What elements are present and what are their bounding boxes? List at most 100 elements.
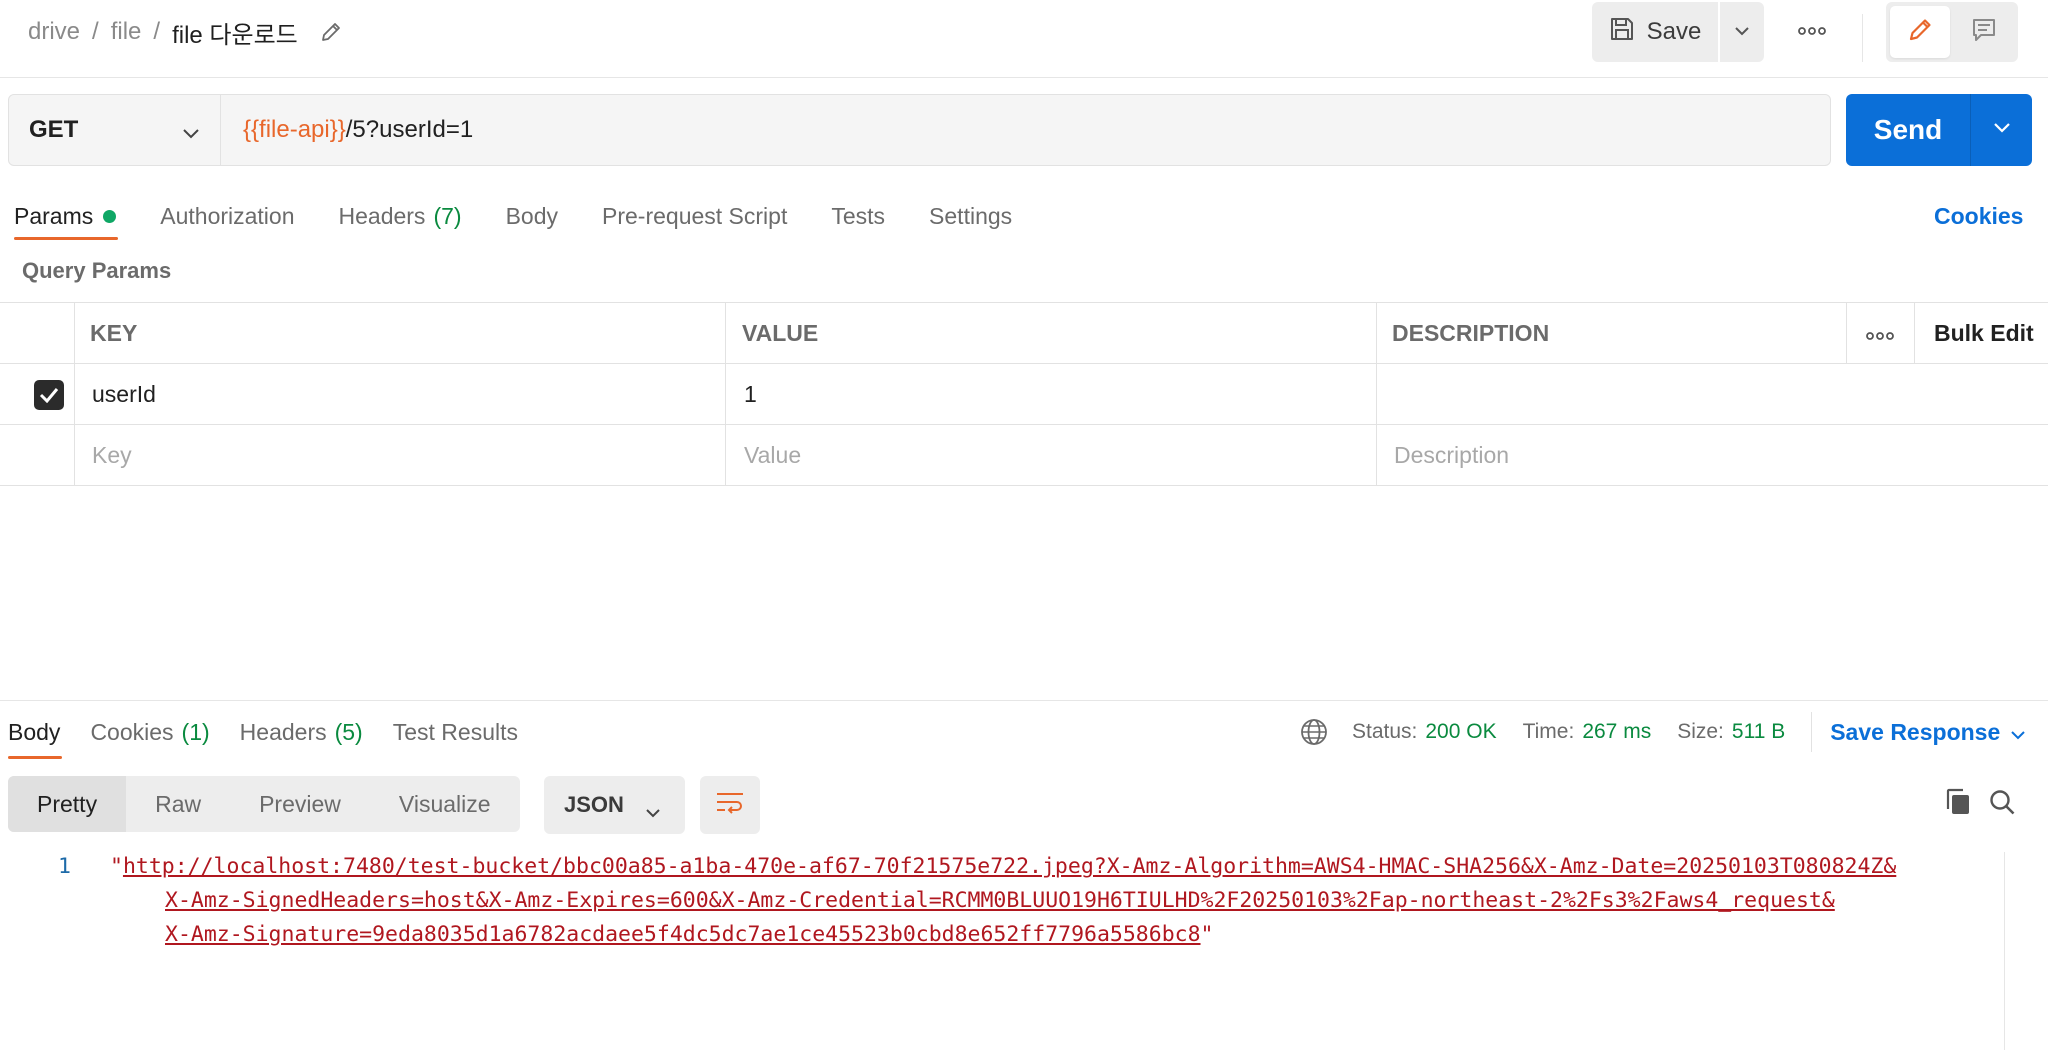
status-label: Status: [1352, 720, 1418, 743]
pencil-icon [1906, 16, 1934, 49]
table-options-button[interactable] [1864, 303, 1896, 364]
view-preview[interactable]: Preview [230, 776, 370, 832]
column-header-value: VALUE [742, 320, 819, 346]
divider [1811, 712, 1813, 752]
url-input[interactable]: {{file-api}} /5?userId=1 [243, 95, 473, 165]
save-label: Save [1646, 18, 1702, 45]
tab-authorization[interactable]: Authorization [160, 196, 294, 236]
ellipsis-icon [1798, 23, 1826, 41]
send-options-button[interactable] [1971, 94, 2032, 166]
tab-tests[interactable]: Tests [831, 196, 885, 236]
ellipsis-icon [1866, 320, 1894, 347]
tab-response-headers[interactable]: Headers (5) [240, 712, 363, 752]
param-description-input[interactable] [1394, 364, 2034, 425]
method-select[interactable]: GET [9, 95, 221, 165]
new-param-description-input[interactable]: Description [1394, 425, 1509, 486]
wrap-lines-icon [715, 791, 745, 820]
column-header-description: DESCRIPTION [1392, 320, 1550, 346]
breadcrumb-separator: / [92, 18, 99, 45]
edit-mode-button[interactable] [1890, 6, 1950, 58]
request-tabs: Params Authorization Headers (7) Body Pr… [14, 196, 1056, 236]
copy-icon[interactable] [1942, 784, 1974, 820]
save-button[interactable]: Save [1592, 2, 1718, 62]
breadcrumb-root[interactable]: drive [28, 18, 80, 46]
page-title: file 다운로드 [172, 21, 298, 49]
new-param-key-input[interactable]: Key [92, 425, 132, 486]
vertical-scrollbar[interactable] [2004, 852, 2032, 1050]
view-pretty[interactable]: Pretty [8, 776, 127, 832]
chevron-down-icon [1993, 121, 2011, 139]
tab-pre-request-script[interactable]: Pre-request Script [602, 196, 787, 236]
method-label: GET [29, 116, 79, 143]
chevron-down-icon [2010, 719, 2026, 746]
chevron-down-icon [1734, 23, 1750, 41]
comments-button[interactable] [1954, 6, 2014, 58]
headers-count: (7) [433, 202, 462, 229]
globe-icon[interactable] [1300, 718, 1328, 746]
query-params-title: Query Params [22, 258, 172, 283]
param-value-input[interactable]: 1 [744, 364, 757, 425]
floppy-disk-icon [1609, 16, 1635, 49]
search-icon[interactable] [1986, 784, 2018, 820]
new-param-value-input[interactable]: Value [744, 425, 801, 486]
table-header-row: KEY VALUE DESCRIPTION Bulk Edit [0, 303, 2048, 364]
size-label: Size: [1677, 720, 1724, 743]
tab-headers[interactable]: Headers (7) [339, 196, 462, 236]
tab-test-results[interactable]: Test Results [393, 712, 518, 752]
top-bar: drive / file / file 다운로드 Save [0, 0, 2048, 78]
format-label: JSON [564, 792, 624, 817]
bulk-edit-button[interactable]: Bulk Edit [1934, 303, 2034, 364]
tab-params[interactable]: Params [14, 196, 117, 236]
send-button-group: Send [1846, 94, 2032, 166]
response-url-link[interactable]: http://localhost:7480/test-bucket/bbc00a… [123, 854, 1896, 879]
query-params-table: KEY VALUE DESCRIPTION Bulk Edit userId 1… [0, 302, 2048, 486]
response-headers-count: (5) [334, 718, 363, 745]
tab-settings[interactable]: Settings [929, 196, 1012, 236]
breadcrumb-separator: / [153, 18, 161, 45]
column-header-key: KEY [90, 320, 138, 346]
format-select[interactable]: JSON [544, 776, 685, 834]
more-actions-button[interactable] [1790, 16, 1834, 48]
cookies-link[interactable]: Cookies [1934, 196, 2023, 236]
code-line: "http://localhost:7480/test-bucket/bbc00… [110, 852, 1896, 882]
tab-label: Cookies [90, 718, 174, 745]
view-raw[interactable]: Raw [126, 776, 230, 832]
pencil-icon[interactable] [318, 19, 344, 45]
param-enabled-checkbox[interactable] [34, 380, 64, 410]
breadcrumb-parent[interactable]: file [111, 18, 142, 46]
status-value[interactable]: 200 OK [1425, 720, 1496, 744]
active-tab-indicator [14, 237, 118, 240]
string-quote: " [110, 854, 123, 879]
tab-label: Params [14, 202, 94, 229]
column-divider [1914, 302, 1915, 363]
string-quote: " [1200, 922, 1214, 947]
mode-toggle [1886, 2, 2018, 62]
response-url-link[interactable]: X-Amz-Signature=9eda8035d1a6782acdaee5f4… [165, 922, 1201, 947]
wrap-lines-button[interactable] [700, 776, 760, 834]
active-tab-indicator [8, 756, 62, 759]
request-url-bar: GET {{file-api}} /5?userId=1 [8, 94, 1831, 166]
view-visualize[interactable]: Visualize [370, 776, 520, 832]
url-path: /5?userId=1 [345, 116, 474, 143]
response-pane-divider[interactable] [0, 700, 2048, 701]
save-options-button[interactable] [1720, 2, 1764, 62]
table-row: userId 1 [0, 364, 2048, 425]
param-key-input[interactable]: userId [92, 364, 156, 425]
save-response-button[interactable]: Save Response [1830, 719, 2026, 746]
line-number: 1 [58, 854, 71, 879]
cookies-count: (1) [181, 718, 210, 745]
size-value[interactable]: 511 B [1732, 720, 1785, 744]
send-button[interactable]: Send [1846, 94, 1970, 166]
response-url-link[interactable]: X-Amz-SignedHeaders=host&X-Amz-Expires=6… [165, 888, 1835, 913]
response-view-modes: Pretty Raw Preview Visualize [8, 776, 520, 832]
tab-body[interactable]: Body [506, 196, 558, 236]
chevron-down-icon [645, 798, 661, 824]
tab-response-body[interactable]: Body [8, 712, 60, 752]
chevron-down-icon [182, 119, 200, 147]
time-value[interactable]: 267 ms [1582, 720, 1651, 744]
tab-label: Headers [338, 202, 426, 229]
code-line: X-Amz-Signature=9eda8035d1a6782acdaee5f4… [165, 920, 1213, 950]
code-line: X-Amz-SignedHeaders=host&X-Amz-Expires=6… [165, 886, 1835, 916]
tab-response-cookies[interactable]: Cookies (1) [90, 712, 209, 752]
time-label: Time: [1522, 720, 1575, 743]
